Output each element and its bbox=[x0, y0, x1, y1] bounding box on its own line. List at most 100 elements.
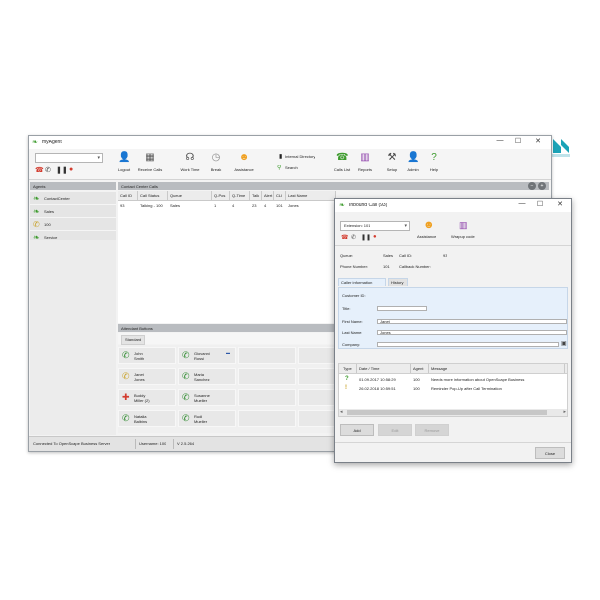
column-header[interactable]: Date / Time bbox=[357, 364, 411, 373]
wrapup-code-button-label[interactable]: Wrapup code bbox=[451, 235, 475, 239]
tab-caller-information[interactable]: Caller information bbox=[338, 278, 386, 286]
callback-number-label: Callback Number: bbox=[399, 265, 431, 269]
work-time-button[interactable]: ☊ Work Time bbox=[177, 151, 203, 177]
status-divider bbox=[135, 439, 136, 449]
hold-icon[interactable]: ❚❚ bbox=[361, 234, 371, 241]
popup-title-bar: ❧ Inbound Call (93) — ☐ ✕ bbox=[335, 199, 571, 212]
receive-calls-button[interactable]: ▦ Receive Calls bbox=[137, 151, 163, 177]
attendant-button-empty[interactable] bbox=[238, 389, 296, 406]
record-icon[interactable]: ● bbox=[69, 166, 73, 173]
column-header[interactable]: CLI bbox=[274, 191, 286, 200]
attendant-button[interactable]: ✆ Giovanni Rossi ▬ bbox=[178, 347, 236, 364]
assistance-button-label[interactable]: Assistance bbox=[417, 235, 436, 239]
minimize-button[interactable]: — bbox=[493, 137, 507, 144]
help-button[interactable]: ? Help bbox=[421, 151, 447, 177]
agent-group-item[interactable]: ✆ 100 bbox=[30, 218, 116, 231]
break-button[interactable]: ◷ Break bbox=[203, 151, 229, 177]
hangup-icon[interactable]: ☎ bbox=[35, 166, 44, 174]
record-icon[interactable]: ● bbox=[373, 234, 377, 240]
agent-group-item[interactable]: ❧ Sales bbox=[30, 205, 116, 218]
hangup-icon[interactable]: ☎ bbox=[341, 234, 348, 241]
popup-minimize-button[interactable]: — bbox=[515, 200, 529, 207]
scroll-left-icon[interactable]: ◂ bbox=[340, 409, 343, 415]
message-row[interactable]: ? 01.09.2017 10:58:29 100 Needs more inform… bbox=[339, 376, 567, 384]
attendant-button-empty[interactable] bbox=[238, 368, 296, 385]
column-header[interactable]: Talk bbox=[250, 191, 262, 200]
tab-history[interactable]: History bbox=[388, 278, 408, 286]
call-icon[interactable]: ✆ bbox=[351, 234, 356, 241]
reports-icon: ▥ bbox=[360, 152, 370, 163]
scrollbar-thumb[interactable] bbox=[347, 410, 547, 415]
table-row[interactable]: 93 Talking - 100 Sales 1 4 23 4 101 Jones bbox=[118, 202, 336, 210]
hold-icon[interactable]: ❚❚ bbox=[56, 166, 68, 174]
assistance-icon: ☻ bbox=[238, 152, 250, 163]
close-dialog-button[interactable]: Close bbox=[535, 447, 565, 459]
agent-group-item[interactable]: ❧ ContactCenter bbox=[30, 192, 116, 205]
attendant-button[interactable]: ✆ Maria Sanchez bbox=[178, 368, 236, 385]
toolbar-label: Work Time bbox=[180, 167, 200, 172]
admin-icon: 👤 bbox=[407, 152, 420, 163]
maximize-button[interactable]: ☐ bbox=[511, 137, 525, 145]
first-name-label: First Name: bbox=[342, 320, 363, 324]
attendant-button[interactable]: ✆ Susanne Mueller bbox=[178, 389, 236, 406]
status-username: Username: 100 bbox=[139, 442, 167, 446]
edit-button[interactable]: Edit bbox=[378, 424, 412, 436]
agent-name: 100 bbox=[44, 222, 51, 227]
expand-icon[interactable]: + bbox=[538, 182, 546, 190]
scroll-right-icon[interactable]: ▸ bbox=[563, 409, 566, 415]
phone-select[interactable]: ▾ bbox=[35, 153, 103, 163]
save-icon[interactable]: ▣ bbox=[561, 340, 567, 347]
column-header[interactable]: Call Status bbox=[138, 191, 168, 200]
internal-directory-link[interactable]: Internal Directory bbox=[285, 155, 315, 159]
close-button[interactable]: ✕ bbox=[531, 137, 545, 145]
attendant-button[interactable]: ✚ Buddy Miller (2) bbox=[118, 389, 176, 406]
add-button[interactable]: Add bbox=[340, 424, 374, 436]
attendant-button[interactable]: ✆ John Smith bbox=[118, 347, 176, 364]
call-icon[interactable]: ✆ bbox=[45, 166, 51, 174]
attendant-button-empty[interactable] bbox=[238, 347, 296, 364]
reports-button[interactable]: ▥ Reports bbox=[352, 151, 378, 177]
horizontal-scrollbar[interactable]: ◂ ▸ bbox=[339, 409, 567, 416]
attendant-button[interactable]: ✆ Janet Jones bbox=[118, 368, 176, 385]
column-header[interactable]: Q-Pos bbox=[212, 191, 230, 200]
attendant-name: Susanne Mueller bbox=[194, 393, 210, 403]
phone-handset-icon: ✆ bbox=[182, 392, 190, 402]
column-header[interactable]: Call ID bbox=[118, 191, 138, 200]
column-header[interactable]: Last Name bbox=[286, 191, 336, 200]
logout-button[interactable]: 👤 Logout bbox=[111, 151, 137, 177]
setup-icon: ⚒ bbox=[387, 152, 397, 163]
column-header[interactable]: Type bbox=[341, 364, 357, 373]
tab-standard[interactable]: Standard bbox=[121, 335, 146, 345]
column-header[interactable]: Q-Time bbox=[230, 191, 250, 200]
attendant-button[interactable]: ✆ Natalia Balbins bbox=[118, 410, 176, 427]
chevron-down-icon: ▾ bbox=[404, 223, 407, 229]
first-name-field[interactable]: Janet bbox=[377, 319, 567, 324]
popup-title: Inbound Call (93) bbox=[349, 203, 388, 208]
message-row[interactable]: ! 26.02.2018 10:59:51 100 Reminder Pop-Up a… bbox=[339, 385, 567, 393]
extension-select[interactable]: Extension: 101 ▾ bbox=[340, 221, 410, 231]
popup-close-button[interactable]: ✕ bbox=[553, 200, 567, 208]
column-header[interactable]: Message bbox=[429, 364, 565, 373]
wrapup-code-icon[interactable]: ▥ bbox=[459, 220, 468, 231]
phone-handset-icon: ✆ bbox=[182, 413, 190, 423]
assistance-button[interactable]: ☻ Assistance bbox=[231, 151, 257, 177]
phone-handset-icon: ✆ bbox=[182, 371, 190, 381]
title-field[interactable] bbox=[377, 306, 427, 311]
phone-busy-icon: ✚ bbox=[122, 392, 130, 402]
attendant-button-empty[interactable] bbox=[238, 410, 296, 427]
search-link[interactable]: Search bbox=[285, 166, 298, 170]
column-header[interactable]: Alert bbox=[262, 191, 274, 200]
toolbar-label: Logout bbox=[117, 167, 131, 172]
assistance-icon[interactable]: ☻ bbox=[423, 219, 435, 231]
attendant-button[interactable]: ✆ Rudi Mueller bbox=[178, 410, 236, 427]
table-cell: Talking - 100 bbox=[140, 203, 163, 208]
collapse-icon[interactable]: − bbox=[528, 182, 536, 190]
message-message: Needs more information about OpenScape B… bbox=[431, 377, 525, 382]
toolbar-label: Reports bbox=[357, 167, 372, 172]
popup-maximize-button[interactable]: ☐ bbox=[533, 200, 547, 208]
column-header[interactable]: Agent bbox=[411, 364, 429, 373]
remove-button[interactable]: Remove bbox=[415, 424, 449, 436]
company-field[interactable] bbox=[377, 342, 559, 347]
column-header[interactable]: Queue bbox=[168, 191, 212, 200]
last-name-field[interactable]: Jones bbox=[377, 330, 567, 335]
